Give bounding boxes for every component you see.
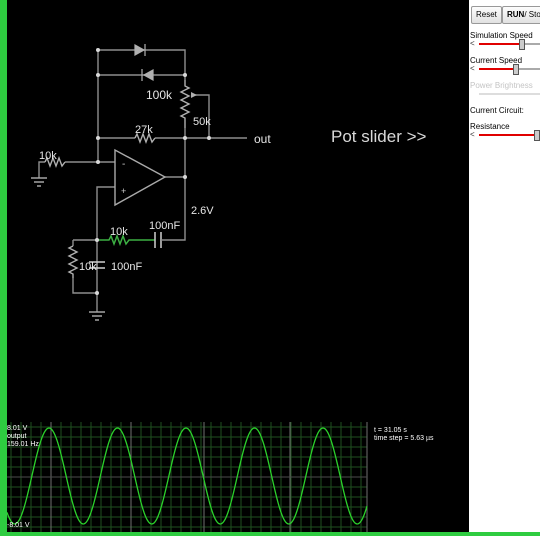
slider-track: [479, 93, 540, 95]
pot-slider-hint: Pot slider >>: [331, 127, 427, 146]
label-c-shunt: 100nF: [111, 261, 143, 273]
current-circuit-label: Current Circuit:: [470, 106, 524, 115]
resistance-slider[interactable]: <: [470, 130, 540, 141]
scope-min-voltage: -8.01 V: [7, 522, 30, 529]
circuit-canvas[interactable]: - + 10k 100k 50k 27k out 2.6V 10k 100nF …: [7, 0, 469, 532]
svg-text:+: +: [121, 186, 126, 196]
stop-label: / Stop: [524, 10, 540, 19]
junction-dot: [96, 73, 100, 77]
scope-frequency: 159.01 Hz: [7, 441, 39, 448]
diode-top: [134, 43, 146, 57]
junction-dot: [183, 73, 187, 77]
label-r-feedback: 27k: [135, 124, 153, 136]
current-speed-slider[interactable]: <: [470, 64, 540, 75]
junction-dot: [96, 160, 100, 164]
junction-dot: [95, 291, 99, 295]
slider-left-arrow-icon[interactable]: <: [470, 131, 475, 139]
slider-track: [479, 134, 540, 136]
side-panel: Reset RUN/ Stop Simulation Speed < Curre…: [469, 0, 540, 532]
junction-dot: [183, 136, 187, 140]
potentiometer: [179, 80, 191, 128]
slider-fill: [479, 43, 522, 45]
junction-dot: [183, 175, 187, 179]
opamp-output-wire: [165, 138, 186, 178]
slider-track: [479, 68, 540, 70]
label-r-input: 10k: [39, 150, 57, 162]
power-brightness-slider: [470, 89, 540, 99]
svg-text:-: -: [122, 159, 125, 170]
slider-knob[interactable]: [534, 130, 540, 141]
diode-bottom: [141, 68, 154, 82]
label-voltage: 2.6V: [191, 205, 214, 217]
label-output: out: [254, 132, 271, 146]
scope-time: t = 31.05 s: [374, 427, 407, 434]
scope-max-voltage: 8.01 V: [7, 425, 28, 432]
reset-button[interactable]: Reset: [471, 6, 502, 24]
ground-symbol-bottom: [89, 311, 105, 321]
label-r-pot-bottom: 50k: [193, 116, 211, 128]
label-r-pot-top: 100k: [146, 88, 173, 102]
oscilloscope-panel[interactable]: 8.01 V output 159.01 Hz -8.01 V t = 31.0…: [7, 422, 469, 532]
label-r-series: 10k: [110, 226, 128, 238]
slider-track: [479, 43, 540, 45]
scope-time-step: time step = 5.63 µs: [374, 435, 434, 442]
slider-knob[interactable]: [513, 64, 519, 75]
simulation-speed-slider[interactable]: <: [470, 39, 540, 50]
input-ground-wire: [38, 161, 45, 178]
slider-fill: [479, 68, 516, 70]
run-label: RUN: [507, 10, 525, 19]
junction-dot: [96, 48, 100, 52]
label-r-shunt: 10k: [79, 261, 97, 273]
run-stop-button[interactable]: RUN/ Stop: [502, 6, 540, 24]
scope-signal-name: output: [7, 433, 27, 440]
slider-knob[interactable]: [519, 39, 525, 50]
ground-symbol-left: [31, 177, 47, 187]
pot-wiper-arrow: [191, 92, 197, 98]
resistor-shunt-10k: [67, 245, 79, 278]
junction-dot: [95, 238, 99, 242]
slider-fill: [479, 134, 537, 136]
junction-dot: [207, 136, 211, 140]
slider-left-arrow-icon[interactable]: <: [470, 65, 475, 73]
label-c-series: 100nF: [149, 220, 181, 232]
junction-dot: [96, 136, 100, 140]
capacitor-series: [154, 232, 171, 248]
circuit-schematic[interactable]: - +: [7, 0, 469, 422]
slider-left-arrow-icon[interactable]: <: [470, 40, 475, 48]
